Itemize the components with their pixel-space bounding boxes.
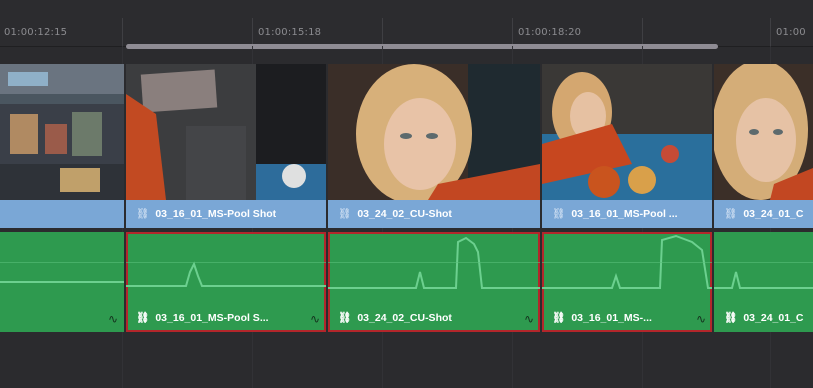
- audio-waveform: [0, 232, 124, 304]
- video-clip[interactable]: [0, 64, 124, 228]
- audio-clip-selected[interactable]: ⛓ 03_24_02_CU-Shot ∿: [328, 232, 540, 332]
- audio-waveform: [328, 232, 540, 304]
- clip-label: ⛓ 03_16_01_MS-Pool ...: [542, 200, 712, 228]
- ruler-tick: [642, 18, 643, 46]
- selection-range-bar[interactable]: [126, 44, 718, 49]
- timecode-label: 01:00: [776, 27, 806, 38]
- clip-label: [0, 200, 124, 228]
- video-clip[interactable]: ⛓ 03_24_01_C: [714, 64, 813, 228]
- audio-waveform: [714, 232, 813, 304]
- ruler-tick: [770, 18, 771, 46]
- clip-label: ⛓ 03_16_01_MS-...: [542, 304, 712, 332]
- clip-label: ⛓ 03_24_02_CU-Shot: [328, 304, 540, 332]
- timecode-label: 01:00:18:20: [518, 27, 582, 38]
- volume-curve-icon[interactable]: ∿: [310, 312, 320, 326]
- audio-track: ∿ ⛓ 03_16_01_MS-Pool S... ∿ ⛓ 03_24_02_CU-…: [0, 232, 813, 332]
- video-track: ⛓ 03_16_01_MS-Pool Shot ⛓ 03_24_02_CU-Shot: [0, 64, 813, 228]
- audio-clip-selected[interactable]: ⛓ 03_16_01_MS-Pool S... ∿: [126, 232, 326, 332]
- audio-waveform: [542, 232, 712, 304]
- clip-thumbnail: [126, 64, 326, 200]
- video-clip-selected[interactable]: ⛓ 03_16_01_MS-Pool ...: [542, 64, 712, 228]
- clip-thumbnail: [328, 64, 540, 200]
- timecode-label: 01:00:12:15: [4, 27, 68, 38]
- video-clip-selected[interactable]: ⛓ 03_24_02_CU-Shot: [328, 64, 540, 228]
- link-icon: ⛓: [724, 312, 738, 324]
- audio-waveform: [126, 232, 326, 304]
- video-clip-selected[interactable]: ⛓ 03_16_01_MS-Pool Shot: [126, 64, 326, 228]
- link-icon: ⛓: [338, 312, 352, 324]
- link-icon: ⛓: [338, 208, 352, 220]
- ruler-tick: [252, 18, 253, 46]
- ruler-tick: [382, 18, 383, 46]
- audio-clip[interactable]: ∿: [0, 232, 124, 332]
- clip-label: ⛓ 03_24_01_C: [714, 200, 813, 228]
- clip-thumbnail: [0, 64, 124, 200]
- ruler-tick: [122, 18, 123, 46]
- audio-clip-selected[interactable]: ⛓ 03_16_01_MS-... ∿: [542, 232, 712, 332]
- clip-thumbnail: [542, 64, 712, 200]
- clip-label: ⛓ 03_16_01_MS-Pool S...: [126, 304, 326, 332]
- timecode-ruler[interactable]: 01:00:12:15 01:00:15:18 01:00:18:20 01:0…: [0, 0, 813, 47]
- link-icon: ⛓: [552, 312, 566, 324]
- clip-label: ⛓ 03_24_02_CU-Shot: [328, 200, 540, 228]
- link-icon: ⛓: [724, 208, 738, 220]
- link-icon: ⛓: [136, 208, 150, 220]
- clip-label: ⛓ 03_16_01_MS-Pool Shot: [126, 200, 326, 228]
- link-icon: ⛓: [552, 208, 566, 220]
- volume-curve-icon[interactable]: ∿: [696, 312, 706, 326]
- clip-thumbnail: [714, 64, 813, 200]
- link-icon: ⛓: [136, 312, 150, 324]
- volume-curve-icon[interactable]: ∿: [108, 312, 118, 326]
- clip-label: ⛓ 03_24_01_C: [714, 304, 813, 332]
- timecode-label: 01:00:15:18: [258, 27, 322, 38]
- ruler-tick: [512, 18, 513, 46]
- volume-curve-icon[interactable]: ∿: [524, 312, 534, 326]
- audio-clip[interactable]: ⛓ 03_24_01_C: [714, 232, 813, 332]
- timeline-panel[interactable]: 01:00:12:15 01:00:15:18 01:00:18:20 01:0…: [0, 0, 813, 388]
- clip-label: [0, 304, 124, 332]
